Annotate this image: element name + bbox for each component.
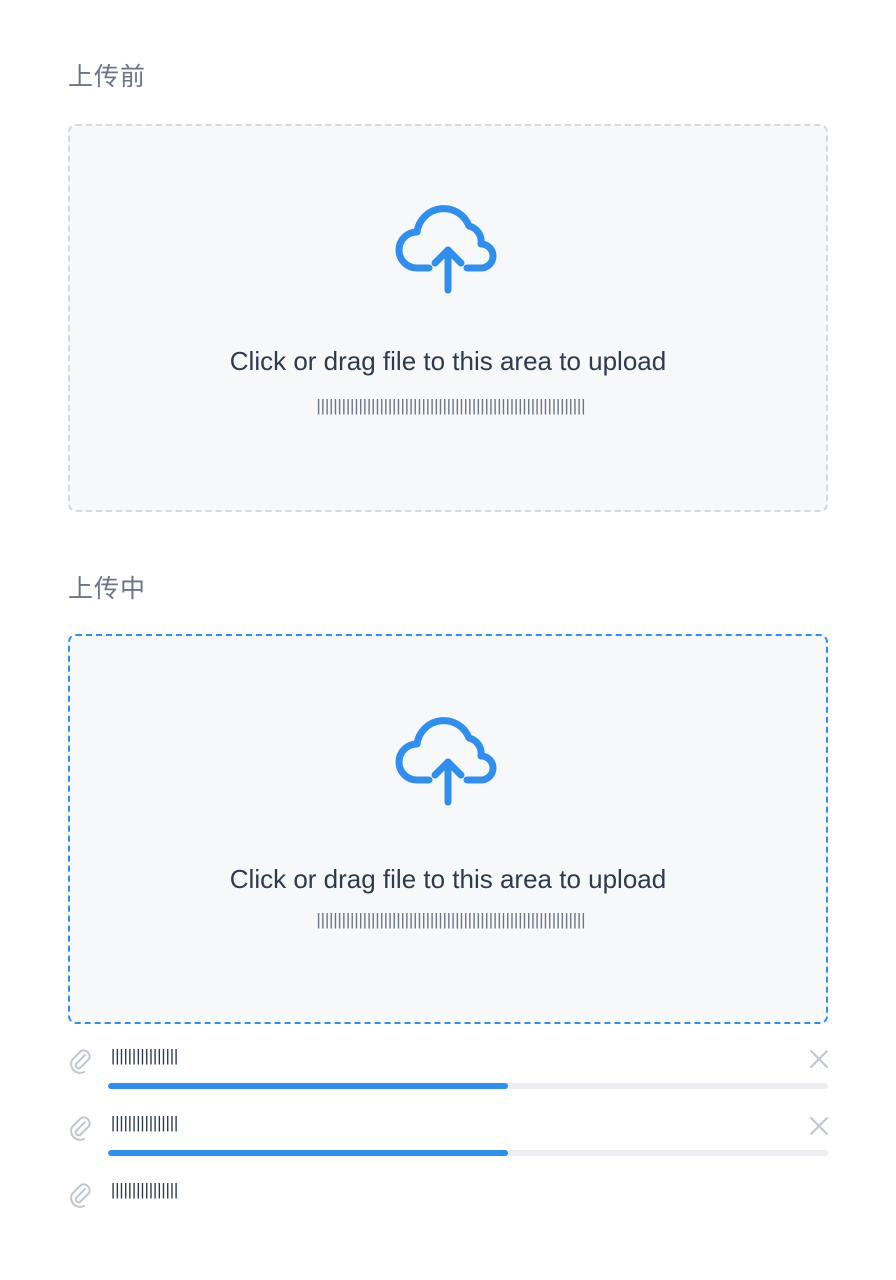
file-item-1[interactable]: ||||||||||||||||	[66, 1109, 830, 1159]
progress-track	[108, 1150, 828, 1156]
upload-dropzone-active[interactable]: Click or drag file to this area to uploa…	[68, 634, 828, 1024]
progress-fill	[108, 1083, 508, 1089]
close-icon[interactable]	[808, 1048, 830, 1070]
file-name: ||||||||||||||||	[108, 1115, 181, 1134]
paperclip-icon	[70, 1183, 91, 1208]
close-icon[interactable]	[808, 1115, 830, 1137]
file-name: ||||||||||||||||	[108, 1182, 181, 1201]
dropzone-text: Click or drag file to this area to uploa…	[229, 864, 667, 894]
upload-dropzone[interactable]: Click or drag file to this area to uploa…	[68, 124, 828, 512]
section-title-before-upload: 上传前	[68, 62, 147, 91]
dropzone-text: Click or drag file to this area to uploa…	[229, 346, 667, 376]
dropzone-hint: ||||||||||||||||||||||||||||||||||||||||…	[313, 398, 589, 417]
file-item-0[interactable]: ||||||||||||||||	[66, 1042, 830, 1092]
cloud-upload-icon	[395, 717, 497, 806]
paperclip-icon	[70, 1116, 91, 1141]
paperclip-icon	[70, 1049, 91, 1074]
progress-fill	[108, 1150, 508, 1156]
section-title-uploading: 上传中	[68, 574, 147, 603]
progress-track	[108, 1083, 828, 1089]
cloud-upload-icon	[395, 205, 497, 294]
file-item-2[interactable]: ||||||||||||||||	[66, 1176, 830, 1226]
file-name: ||||||||||||||||	[108, 1048, 181, 1067]
dropzone-hint: ||||||||||||||||||||||||||||||||||||||||…	[313, 912, 589, 931]
